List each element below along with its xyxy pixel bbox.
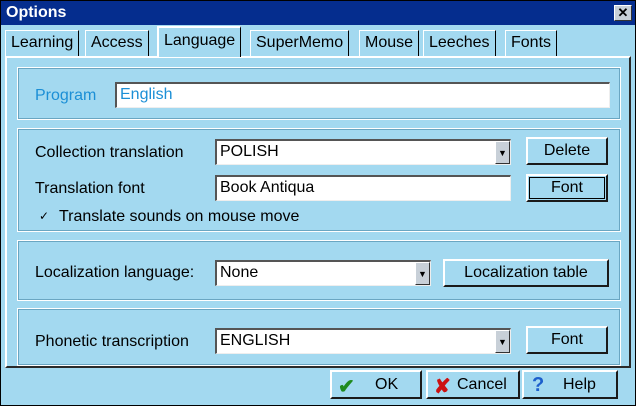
phonetic-value: ENGLISH: [220, 332, 291, 349]
tab-leeches[interactable]: Leeches: [423, 30, 496, 56]
chevron-down-icon[interactable]: ▼: [495, 141, 510, 164]
chevron-down-icon[interactable]: ▼: [415, 262, 430, 285]
title-bar[interactable]: Options ✕: [1, 1, 635, 25]
localization-select[interactable]: None ▼: [215, 260, 431, 286]
ok-button[interactable]: ✔ OK: [330, 370, 422, 399]
collection-translation-select[interactable]: POLISH ▼: [215, 139, 511, 165]
language-panel: Program English Collection translation P…: [5, 56, 631, 368]
x-icon: ✘: [434, 376, 451, 398]
tab-learning[interactable]: Learning: [5, 30, 80, 56]
options-dialog: Options ✕ Learning Access Language Super…: [0, 0, 636, 406]
translation-font-button[interactable]: Font: [526, 174, 608, 202]
collection-translation-label: Collection translation: [35, 144, 184, 161]
tab-label: Access: [91, 34, 143, 51]
translate-sounds-checkbox[interactable]: ✓: [39, 210, 51, 222]
ok-label: OK: [375, 376, 399, 393]
chevron-down-icon[interactable]: ▼: [495, 330, 510, 353]
phonetic-select[interactable]: ENGLISH ▼: [215, 328, 511, 354]
tab-label: Fonts: [511, 34, 552, 51]
question-icon: ?: [532, 374, 545, 396]
cancel-label: Cancel: [457, 376, 507, 393]
help-button[interactable]: ? Help: [522, 370, 618, 399]
localization-value: None: [220, 264, 259, 281]
translate-sounds-label: Translate sounds on mouse move: [59, 208, 300, 225]
close-button[interactable]: ✕: [614, 5, 632, 21]
help-label: Help: [563, 376, 596, 393]
collection-translation-value: POLISH: [220, 143, 279, 160]
phonetic-font-button[interactable]: Font: [526, 326, 608, 354]
tab-supermemo[interactable]: SuperMemo: [250, 30, 350, 56]
tab-fonts[interactable]: Fonts: [505, 30, 558, 56]
window-title: Options: [6, 4, 67, 21]
phonetic-label: Phonetic transcription: [35, 333, 189, 350]
tab-label: Language: [164, 32, 236, 49]
phonetic-group: Phonetic transcription ENGLISH ▼ Font: [17, 308, 621, 366]
program-label: Program: [35, 87, 97, 104]
translation-font-field[interactable]: Book Antiqua: [215, 175, 511, 201]
translation-font-label: Translation font: [35, 180, 145, 197]
program-field[interactable]: English: [115, 82, 610, 108]
localization-label: Localization language:: [35, 264, 195, 281]
translation-group: Collection translation POLISH ▼ Delete T…: [17, 128, 621, 232]
tab-label: SuperMemo: [256, 34, 344, 51]
tab-label: Mouse: [365, 34, 414, 51]
close-icon: ✕: [617, 5, 629, 20]
cancel-button[interactable]: ✘ Cancel: [426, 370, 520, 399]
delete-button[interactable]: Delete: [526, 137, 608, 165]
localization-group: Localization language: None ▼ Localizati…: [17, 240, 621, 301]
tab-access[interactable]: Access: [85, 30, 149, 56]
localization-table-button[interactable]: Localization table: [443, 259, 609, 287]
tab-label: Leeches: [429, 34, 490, 51]
tab-language[interactable]: Language: [157, 26, 242, 57]
check-icon: ✔: [338, 376, 355, 398]
program-group: Program English: [17, 67, 621, 120]
tab-mouse[interactable]: Mouse: [359, 30, 420, 56]
tab-label: Learning: [11, 34, 74, 51]
